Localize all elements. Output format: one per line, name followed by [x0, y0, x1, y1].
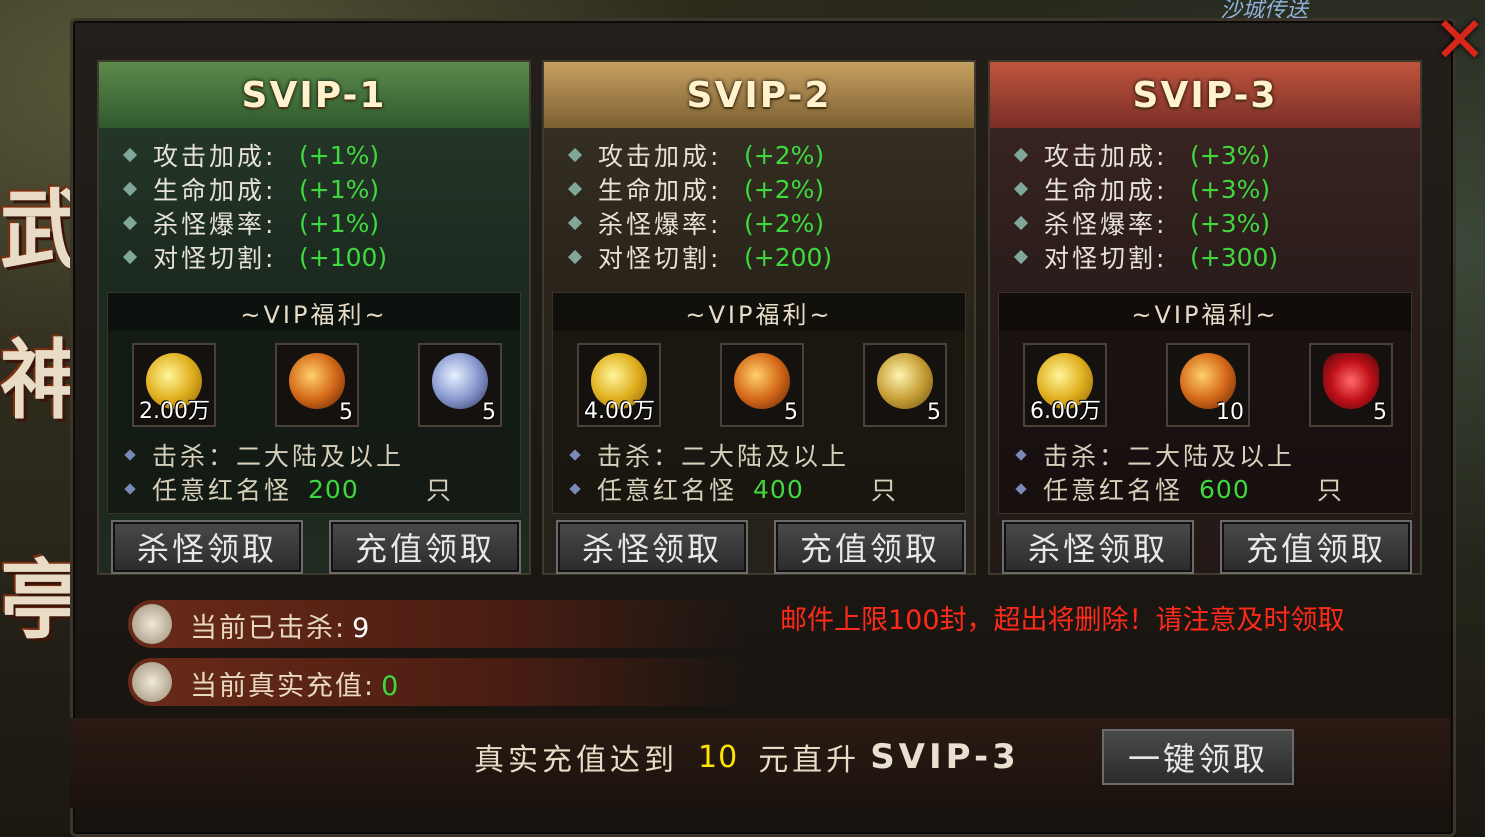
stat-row: 生命加成: (+3%): [1013, 172, 1420, 206]
reward-slot[interactable]: 5: [275, 343, 359, 427]
target-level: SVIP-3: [870, 737, 1020, 777]
close-icon[interactable]: ✕: [1433, 6, 1485, 76]
svip2-panel: SVIP-2 攻击加成: (+2%) 生命加成: (+2%) 杀怪爆率: (+2%) …: [542, 60, 976, 575]
reward-slot[interactable]: 5: [418, 343, 502, 427]
diamond-bullet-icon: [124, 483, 136, 495]
stat-row: 生命加成: (+1%): [122, 172, 529, 206]
recharge-claim-button[interactable]: 充值领取: [329, 520, 521, 574]
diamond-bullet-icon: [1013, 181, 1029, 197]
stat-row: 攻击加成: (+1%): [122, 138, 529, 172]
diamond-bullet-icon: [569, 449, 581, 461]
panel-title: SVIP-3: [990, 62, 1420, 128]
recharge-label: 当前真实充值:: [190, 671, 376, 702]
panel-title: SVIP-2: [544, 62, 974, 128]
diamond-bullet-icon: [567, 181, 583, 197]
reward-slot[interactable]: 4.00万: [577, 343, 661, 427]
requirement-row: 任意红名怪 200 只: [124, 472, 454, 506]
diamond-bullet-icon: [567, 215, 583, 231]
requirement-row: 击杀：二大陆及以上: [569, 438, 899, 472]
benefit-box: ~VIP福利~ 6.00万 10 5 击杀：二大陆及以上 任意红名怪 600 只: [998, 292, 1412, 514]
stat-row: 生命加成: (+2%): [567, 172, 974, 206]
diamond-bullet-icon: [1015, 483, 1027, 495]
recharge-bar: 当前真实充值: 0: [128, 658, 748, 706]
benefit-box: ~VIP福利~ 2.00万 5 5 击杀：二大陆及以上 任意红名怪 200 只: [107, 292, 521, 514]
benefit-title: ~VIP福利~: [999, 293, 1411, 331]
mail-limit-notice: 邮件上限100封，超出将删除！请注意及时领取: [780, 605, 1345, 636]
recharge-amount: 10: [698, 739, 739, 775]
diamond-bullet-icon: [124, 449, 136, 461]
requirement-row: 击杀：二大陆及以上: [124, 438, 454, 472]
diamond-bullet-icon: [567, 249, 583, 265]
silver-medal-icon: [432, 353, 488, 409]
scroll-icon: [132, 604, 172, 644]
benefit-title: ~VIP福利~: [553, 293, 965, 331]
diamond-bullet-icon: [122, 215, 138, 231]
recharge-claim-button[interactable]: 充值领取: [1220, 520, 1412, 574]
gold-medal-icon: [877, 353, 933, 409]
fire-orb-icon: [289, 353, 345, 409]
red-gem-icon: [1323, 353, 1379, 409]
reward-slot[interactable]: 5: [720, 343, 804, 427]
kill-claim-button[interactable]: 杀怪领取: [556, 520, 748, 574]
diamond-bullet-icon: [1013, 147, 1029, 163]
benefit-box: ~VIP福利~ 4.00万 5 5 击杀：二大陆及以上 任意红名怪 400 只: [552, 292, 966, 514]
reward-slot[interactable]: 10: [1166, 343, 1250, 427]
diamond-bullet-icon: [1015, 449, 1027, 461]
svip3-panel: SVIP-3 攻击加成: (+3%) 生命加成: (+3%) 杀怪爆率: (+3%) …: [988, 60, 1422, 575]
kill-count-label: 当前已击杀:: [190, 613, 347, 644]
diamond-bullet-icon: [122, 181, 138, 197]
requirement-row: 任意红名怪 400 只: [569, 472, 899, 506]
diamond-bullet-icon: [1013, 215, 1029, 231]
reward-slot[interactable]: 5: [1309, 343, 1393, 427]
recharge-value: 0: [381, 671, 401, 702]
kill-claim-button[interactable]: 杀怪领取: [1002, 520, 1194, 574]
stat-row: 杀怪爆率: (+2%): [567, 206, 974, 240]
benefit-title: ~VIP福利~: [108, 293, 520, 331]
diamond-bullet-icon: [567, 147, 583, 163]
stat-row: 攻击加成: (+3%): [1013, 138, 1420, 172]
requirement-row: 击杀：二大陆及以上: [1015, 438, 1345, 472]
stat-row: 对怪切割: (+300): [1013, 240, 1420, 274]
kill-count-bar: 当前已击杀: 9: [128, 600, 748, 648]
kill-count-value: 9: [352, 613, 372, 644]
one-click-claim-button[interactable]: 一键领取: [1102, 729, 1294, 785]
recharge-claim-button[interactable]: 充值领取: [774, 520, 966, 574]
panel-title: SVIP-1: [99, 62, 529, 128]
stat-row: 对怪切割: (+100): [122, 240, 529, 274]
stat-row: 杀怪爆率: (+3%): [1013, 206, 1420, 240]
reward-slot[interactable]: 2.00万: [132, 343, 216, 427]
reward-slot[interactable]: 5: [863, 343, 947, 427]
svip1-panel: SVIP-1 攻击加成: (+1%) 生命加成: (+1%) 杀怪爆率: (+1%) …: [97, 60, 531, 575]
stat-row: 对怪切割: (+200): [567, 240, 974, 274]
kill-claim-button[interactable]: 杀怪领取: [111, 520, 303, 574]
diamond-bullet-icon: [122, 147, 138, 163]
fire-orb-icon: [734, 353, 790, 409]
diamond-bullet-icon: [1013, 249, 1029, 265]
diamond-bullet-icon: [122, 249, 138, 265]
reward-slot[interactable]: 6.00万: [1023, 343, 1107, 427]
requirement-row: 任意红名怪 600 只: [1015, 472, 1345, 506]
scroll-icon: [132, 662, 172, 702]
stat-row: 攻击加成: (+2%): [567, 138, 974, 172]
diamond-bullet-icon: [569, 483, 581, 495]
upgrade-text: 真实充值达到 10 元直升 SVIP-3: [474, 737, 1020, 778]
stat-row: 杀怪爆率: (+1%): [122, 206, 529, 240]
